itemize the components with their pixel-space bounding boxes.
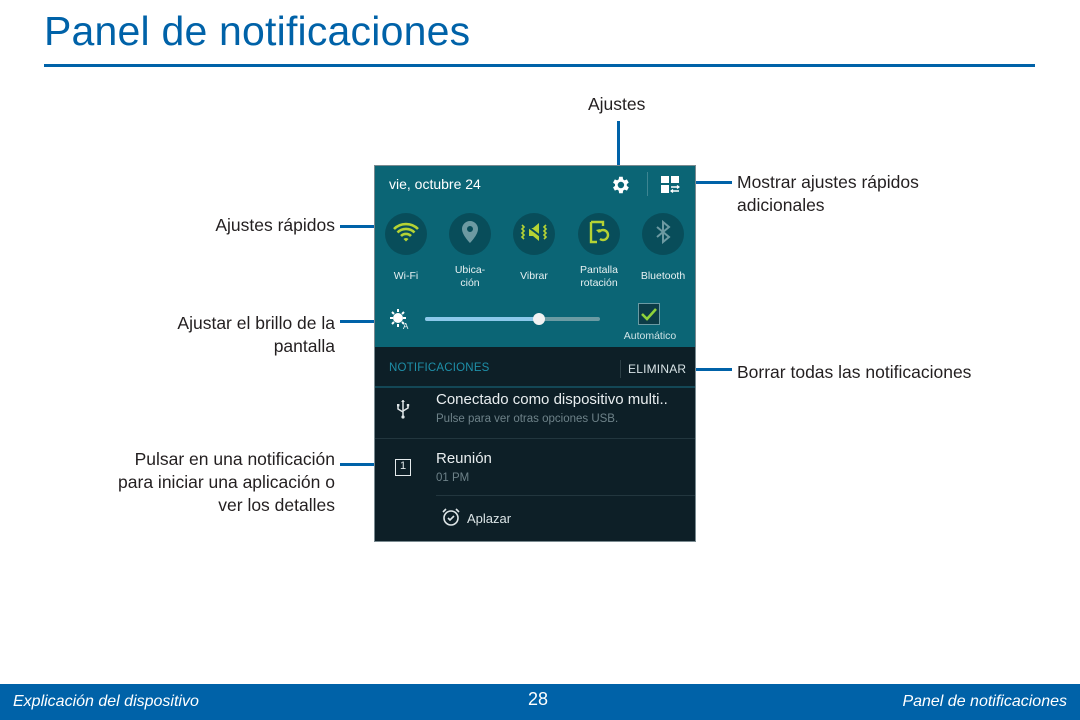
qs-label-text: Ubica-	[454, 264, 486, 276]
quick-setting-label-wifi: Wi-Fi	[375, 264, 441, 283]
quick-setting-label-location: Ubica- ción	[435, 264, 505, 290]
callout-settings: Ajustes	[588, 94, 646, 114]
callout-more-quick-settings-line	[696, 181, 732, 184]
panel-header-area: vie, octubre 24 Wi-Fi Ubica- ción Vibrar…	[375, 166, 695, 347]
qs-label-text: Bluetooth	[640, 270, 686, 282]
screen-rotation-icon	[588, 220, 610, 249]
qs-label-text: ción	[460, 277, 480, 289]
callout-more-line1: Mostrar ajustes rápidos	[737, 172, 919, 192]
quick-setting-vibrate[interactable]	[513, 213, 555, 255]
quick-settings-grid-icon[interactable]	[660, 174, 682, 196]
quick-setting-bluetooth[interactable]	[642, 213, 684, 255]
brightness-auto-icon: A	[389, 308, 411, 331]
quick-setting-screen-rotation[interactable]	[578, 213, 620, 255]
vibrate-icon	[519, 221, 549, 248]
brightness-slider-fill	[425, 317, 539, 321]
callout-brightness: Ajustar el brillo de la pantalla	[100, 312, 335, 358]
quick-setting-wifi[interactable]	[385, 213, 427, 255]
page-title: Panel de notificaciones	[44, 8, 471, 54]
callout-quick-settings-line	[340, 225, 376, 228]
header-vertical-divider	[620, 360, 621, 378]
notification-divider	[375, 438, 695, 439]
brightness-slider-thumb[interactable]	[532, 313, 545, 325]
callout-quick-settings: Ajustes rápidos	[215, 215, 335, 235]
location-icon	[461, 220, 479, 249]
callout-more-line2: adicionales	[737, 195, 825, 215]
svg-text:A: A	[403, 322, 409, 330]
callout-tap-line1: Pulsar en una notificación	[134, 449, 335, 469]
quick-setting-location[interactable]	[449, 213, 491, 255]
callout-settings-line	[617, 121, 620, 168]
notifications-header: NOTIFICACIONES	[389, 362, 490, 374]
callout-more-quick-settings: Mostrar ajustes rápidos adicionales	[737, 171, 919, 217]
bluetooth-icon	[655, 219, 671, 249]
notification-panel: vie, octubre 24 Wi-Fi Ubica- ción Vibrar…	[374, 165, 696, 542]
callout-tap-notification-line	[340, 463, 375, 466]
qs-label-text: Wi-Fi	[393, 270, 419, 282]
auto-brightness-checkbox[interactable]	[638, 303, 660, 325]
notification-usb-title: Conectado como dispositivo multi..	[436, 391, 668, 408]
header-separator	[647, 172, 648, 196]
action-divider	[436, 495, 695, 496]
wifi-icon	[393, 222, 419, 247]
callout-tap-line3: ver los detalles	[218, 495, 335, 515]
footer-page-number: 28	[528, 689, 549, 709]
quick-setting-label-rotation: Pantalla rotación	[564, 264, 634, 290]
notifications-divider	[375, 386, 695, 388]
qs-label-text: rotación	[580, 277, 618, 289]
title-divider	[44, 64, 1035, 67]
calendar-icon: 1	[395, 459, 411, 476]
callout-brightness-line2: pantalla	[273, 336, 335, 356]
callout-clear-all-line	[696, 368, 732, 371]
settings-gear-icon[interactable]	[609, 174, 631, 196]
footer-section-title: Explicación del dispositivo	[13, 693, 199, 710]
callout-clear-all: Borrar todas las notificaciones	[737, 362, 972, 382]
callout-tap-line2: para iniciar una aplicación o	[118, 472, 335, 492]
auto-brightness-label: Automático	[623, 330, 677, 342]
snooze-label: Aplazar	[467, 511, 512, 526]
footer-chapter-title: Panel de notificaciones	[902, 693, 1067, 710]
quick-setting-label-bluetooth: Bluetooth	[628, 264, 695, 283]
qs-label-text: Pantalla	[580, 264, 618, 276]
page-footer: Explicación del dispositivo 28 Panel de …	[0, 684, 1080, 720]
date-label: vie, octubre 24	[389, 176, 481, 192]
notification-meeting-time: 01 PM	[436, 472, 470, 484]
checkmark-icon	[641, 308, 657, 321]
callout-brightness-line1: Ajustar el brillo de la	[177, 313, 335, 333]
callout-tap-notification: Pulsar en una notificación para iniciar …	[60, 448, 335, 517]
notification-usb-subtitle: Pulse para ver otras opciones USB.	[436, 413, 619, 425]
notification-meeting-title: Reunión	[436, 450, 492, 467]
qs-label-text: Vibrar	[520, 270, 548, 282]
quick-setting-label-vibrate: Vibrar	[499, 264, 569, 283]
brightness-slider[interactable]	[425, 313, 600, 325]
alarm-clock-icon	[441, 507, 461, 532]
clear-all-button[interactable]: ELIMINAR	[628, 362, 686, 376]
usb-icon	[396, 399, 410, 424]
